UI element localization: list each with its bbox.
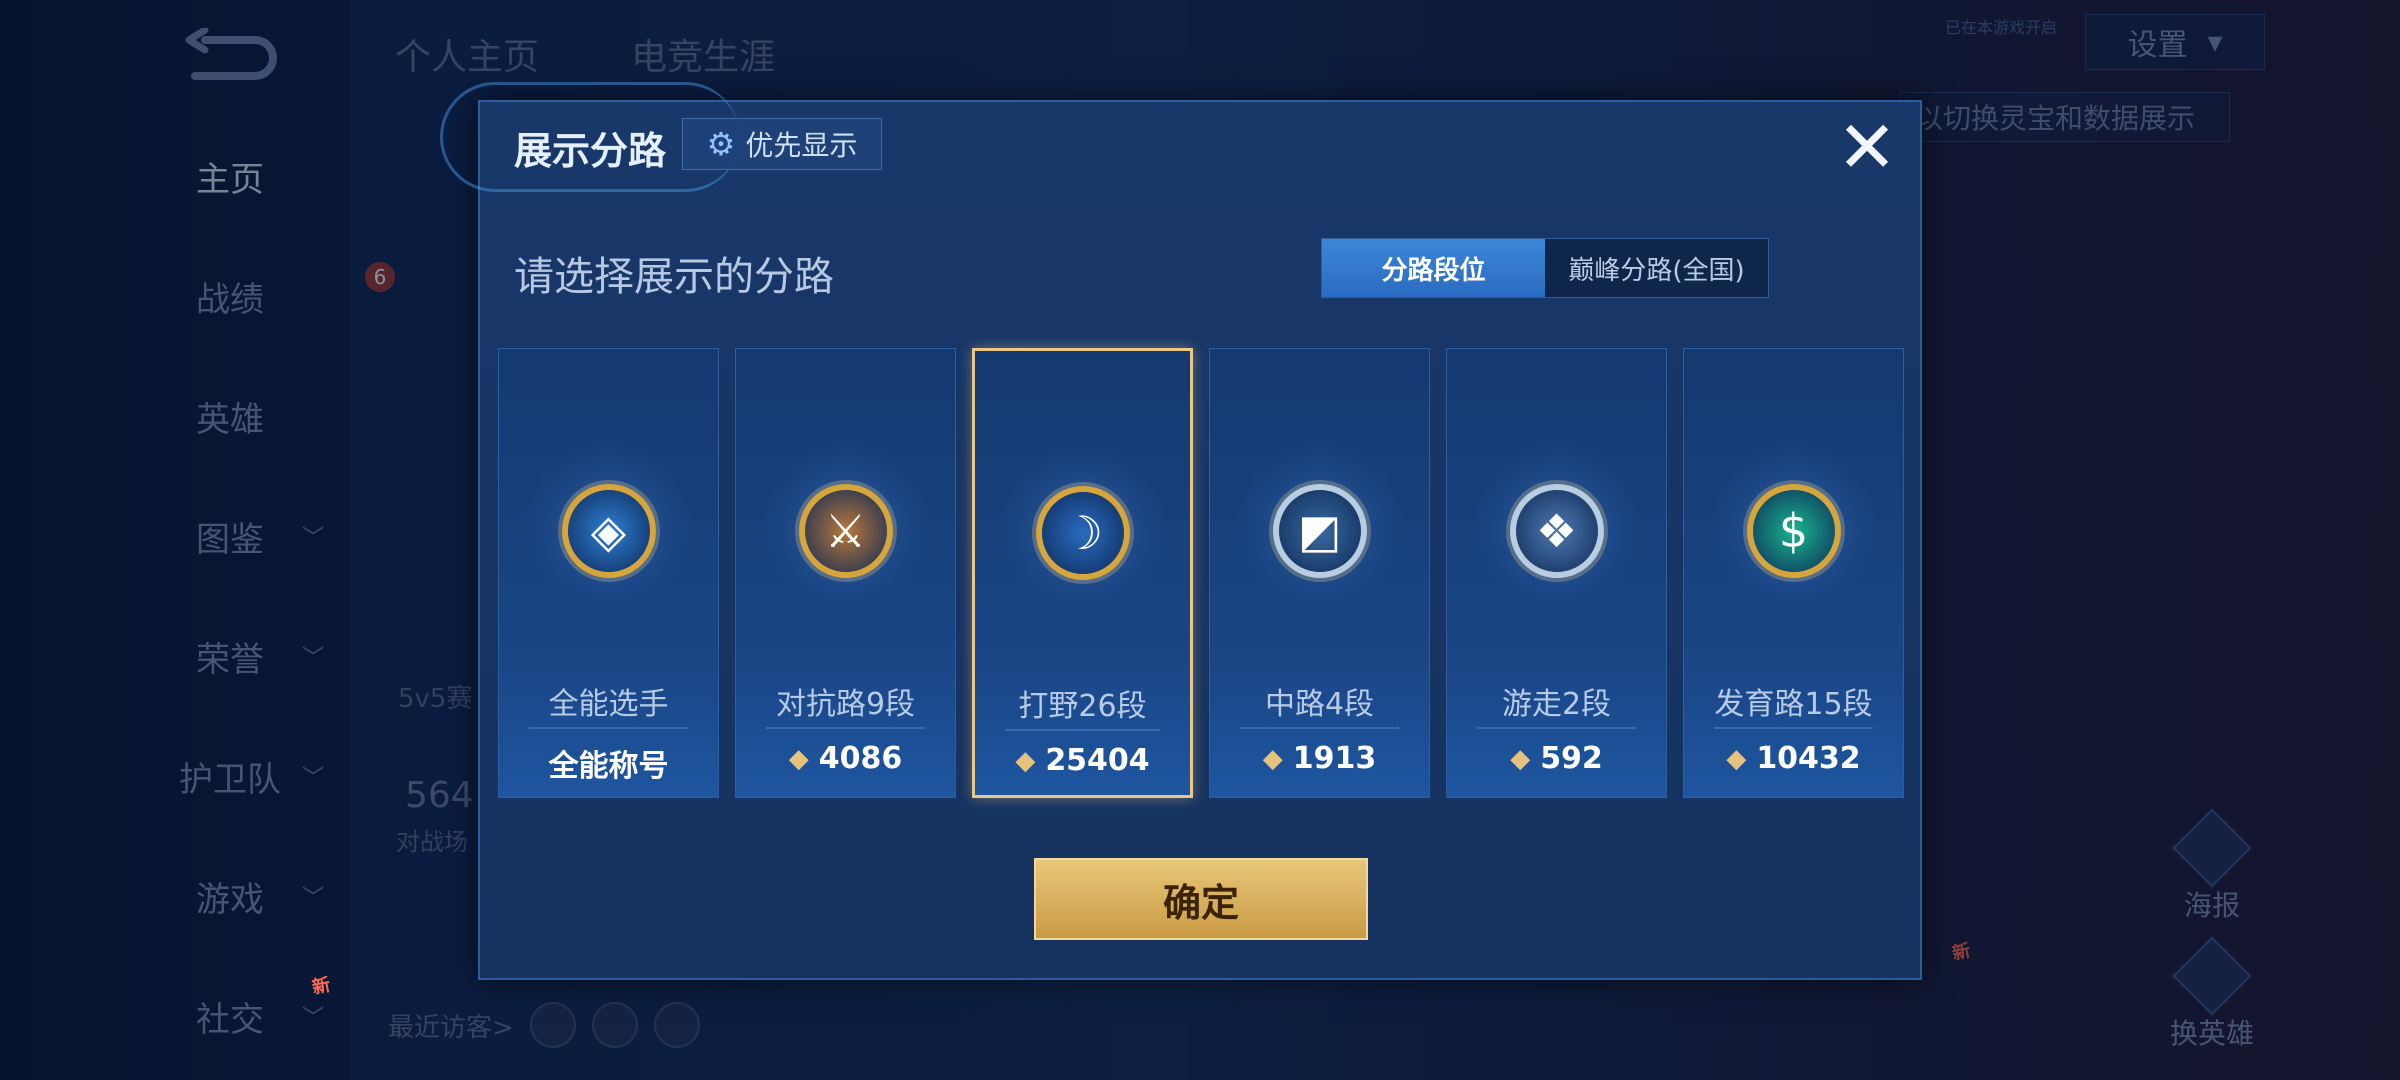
- rank-points-icon: ◆: [788, 743, 809, 774]
- rank-points-icon: ◆: [1262, 743, 1283, 774]
- lane-score: 全能称号: [499, 741, 718, 785]
- lane-score-value: 全能称号: [548, 749, 669, 784]
- close-button[interactable]: ✕: [1832, 105, 1902, 189]
- lane-score: ◆ 592: [1447, 741, 1666, 776]
- lane-score: ◆ 25404: [975, 743, 1190, 778]
- divider: [1477, 727, 1636, 729]
- close-icon: ✕: [1836, 105, 1898, 189]
- lane-name: 全能选手: [548, 687, 669, 722]
- confirm-button[interactable]: 确定: [1034, 858, 1368, 940]
- clash-lane-emblem: ⚔: [798, 484, 893, 578]
- tab-peak-lane[interactable]: 巅峰分路(全国): [1545, 239, 1768, 297]
- divider: [1714, 727, 1873, 729]
- rank-points-icon: ◆: [1726, 743, 1747, 774]
- all-round-emblem: ◈: [561, 484, 656, 578]
- lane-tabs: 分路段位 巅峰分路(全国): [1321, 238, 1769, 298]
- lane-score: ◆ 10432: [1684, 741, 1903, 776]
- lane-card[interactable]: $ 发育路15段 ◆ 10432: [1683, 348, 1904, 798]
- dialog-subtitle: 请选择展示的分路: [514, 254, 834, 300]
- dialog-title: 展示分路: [514, 129, 667, 173]
- confirm-label: 确定: [1162, 880, 1239, 925]
- divider: [529, 727, 688, 729]
- lane-score: ◆ 1913: [1210, 741, 1429, 776]
- roam-emblem: ❖: [1509, 484, 1604, 578]
- lane-score-value: 592: [1540, 741, 1603, 776]
- lane-name: 游走2段: [1501, 687, 1612, 722]
- rank-points-icon: ◆: [1015, 745, 1036, 776]
- lane-name: 发育路15段: [1714, 687, 1873, 722]
- lane-score-value: 10432: [1756, 741, 1861, 776]
- mid-lane-emblem: ◩: [1272, 484, 1367, 578]
- lane-display-dialog: 展示分路 ⚙ 优先显示 ✕ 请选择展示的分路 分路段位 巅峰分路(全国) ◈ 全能…: [440, 82, 1922, 980]
- divider: [1240, 727, 1399, 729]
- lane-card[interactable]: ☽ 打野26段 ◆ 25404: [972, 348, 1193, 798]
- lane-card[interactable]: ◈ 全能选手全能称号: [498, 348, 719, 798]
- jungle-emblem: ☽: [1035, 486, 1130, 580]
- divider: [1005, 729, 1160, 731]
- farm-lane-emblem: $: [1746, 484, 1841, 578]
- tab-lane-rank[interactable]: 分路段位: [1322, 239, 1545, 297]
- lane-card[interactable]: ◩ 中路4段 ◆ 1913: [1209, 348, 1430, 798]
- lane-list: ◈ 全能选手全能称号 ⚔ 对抗路9段 ◆ 4086 ☽ 打野26段 ◆ 25404 ◩ 中路4段 ◆ 19…: [498, 348, 1906, 798]
- lane-score-value: 1913: [1292, 741, 1377, 776]
- gear-icon: ⚙: [706, 125, 736, 163]
- lane-score: ◆ 4086: [736, 741, 955, 776]
- priority-display-button[interactable]: ⚙ 优先显示: [682, 118, 882, 170]
- priority-label: 优先显示: [745, 129, 858, 162]
- lane-score-value: 4086: [818, 741, 903, 776]
- app-screen: 主页 战绩 英雄 图鉴 ﹀ 荣誉 ﹀ 护卫队 ﹀ 游戏 ﹀ 社交 ﹀ 个人主页 电竞生涯 已在本游戏开启…: [0, 0, 2400, 1080]
- rank-points-icon: ◆: [1510, 743, 1531, 774]
- divider: [766, 727, 925, 729]
- lane-name: 打野26段: [1018, 689, 1147, 724]
- lane-score-value: 25404: [1045, 743, 1150, 778]
- lane-name: 中路4段: [1264, 687, 1375, 722]
- lane-card[interactable]: ❖ 游走2段 ◆ 592: [1446, 348, 1667, 798]
- lane-card[interactable]: ⚔ 对抗路9段 ◆ 4086: [735, 348, 956, 798]
- lane-name: 对抗路9段: [775, 687, 916, 722]
